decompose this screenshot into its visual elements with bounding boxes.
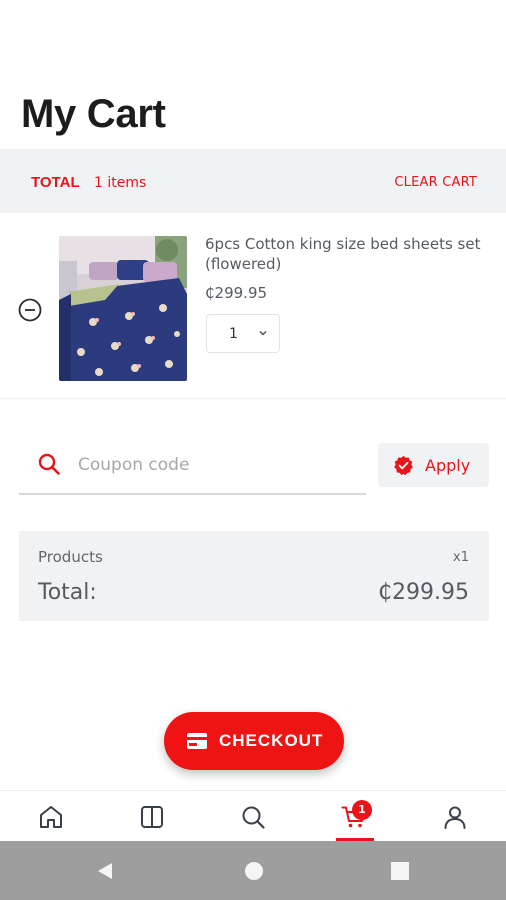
order-summary: Products x1 Total: ₵299.95 [19,531,489,621]
item-count: 1 items [94,175,147,191]
apply-label: Apply [425,456,471,475]
search-icon [38,453,60,475]
coupon-input[interactable] [78,448,358,482]
quantity-value: 1 [229,326,238,342]
total-label-summary: Total: [38,580,97,605]
nav-profile[interactable] [404,791,505,842]
products-label: Products [38,548,103,566]
back-icon[interactable] [95,861,115,881]
products-count: x1 [453,550,469,565]
profile-icon [444,806,466,829]
quantity-select[interactable]: 1 [206,314,280,353]
checkout-label: CHECKOUT [219,731,324,750]
checkout-button[interactable]: CHECKOUT [164,712,344,770]
product-image[interactable] [59,236,187,381]
bedsheet-photo [59,236,187,381]
apply-coupon-button[interactable]: Apply [378,443,489,487]
credit-card-icon [187,733,207,749]
bottom-nav [0,790,506,841]
total-value: ₵299.95 [378,580,469,605]
search-icon [242,806,265,829]
nav-home[interactable] [0,791,101,842]
product-price: ₵299.95 [205,284,268,302]
total-label: TOTAL [31,174,80,191]
verified-badge-icon [394,455,413,476]
minus-circle-icon [18,298,42,322]
page-title: My Cart [21,92,166,136]
nav-catalog[interactable] [101,791,202,842]
recents-icon[interactable] [390,861,410,881]
remove-item-button[interactable] [18,298,42,322]
system-nav-bar [0,841,506,900]
clear-cart-button[interactable]: CLEAR CART [394,175,477,190]
catalog-icon [141,806,163,828]
product-name[interactable]: 6pcs Cotton king size bed sheets set (fl… [205,234,485,274]
nav-search[interactable] [202,791,303,842]
home-button-icon[interactable] [244,861,264,881]
home-icon [40,806,62,828]
cart-badge: 1 [352,800,372,820]
chevron-down-icon [259,330,267,336]
